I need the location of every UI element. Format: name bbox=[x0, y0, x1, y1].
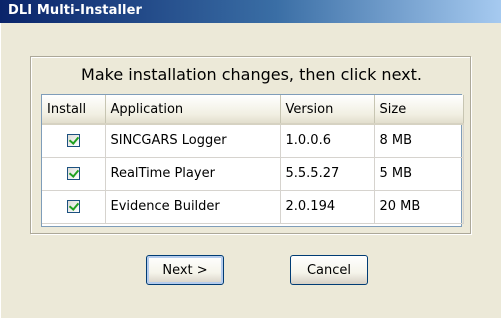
next-button[interactable]: Next > bbox=[146, 255, 224, 285]
install-cell bbox=[42, 157, 106, 191]
window-title: DLI Multi-Installer bbox=[8, 3, 143, 18]
table-row[interactable]: Evidence Builder 2.0.194 20 MB bbox=[42, 190, 464, 224]
version-cell: 5.5.5.27 bbox=[280, 157, 375, 191]
size-cell: 20 MB bbox=[374, 190, 464, 224]
install-options-group: Make installation changes, then click ne… bbox=[30, 56, 471, 234]
application-cell: SINCGARS Logger bbox=[105, 124, 281, 158]
install-checkbox-realtime-player[interactable] bbox=[66, 167, 80, 180]
application-cell: RealTime Player bbox=[105, 157, 281, 191]
install-checkbox-evidence-builder[interactable] bbox=[66, 200, 80, 213]
instruction-text: Make installation changes, then click ne… bbox=[81, 65, 422, 84]
application-cell: Evidence Builder bbox=[105, 190, 281, 224]
install-cell bbox=[42, 190, 106, 224]
application-table: Install Application Version Size SINCGAR… bbox=[42, 95, 464, 224]
install-checkbox-sincgars-logger[interactable] bbox=[66, 134, 80, 148]
title-bar: DLI Multi-Installer bbox=[0, 0, 501, 23]
cancel-button[interactable]: Cancel bbox=[290, 255, 368, 285]
column-header-application[interactable]: Application bbox=[105, 95, 281, 125]
column-header-install[interactable]: Install bbox=[42, 95, 106, 125]
table-header-row: Install Application Version Size bbox=[42, 95, 464, 125]
table-row[interactable]: SINCGARS Logger 1.0.0.6 8 MB bbox=[42, 124, 464, 158]
column-header-size[interactable]: Size bbox=[374, 95, 464, 125]
version-cell: 2.0.194 bbox=[280, 190, 375, 224]
table-row[interactable]: RealTime Player 5.5.5.27 5 MB bbox=[42, 157, 464, 191]
version-cell: 1.0.0.6 bbox=[280, 124, 375, 158]
column-header-version[interactable]: Version bbox=[280, 95, 375, 125]
application-list: Install Application Version Size SINCGAR… bbox=[41, 94, 464, 227]
size-cell: 5 MB bbox=[374, 157, 464, 191]
install-cell bbox=[42, 124, 106, 158]
size-cell: 8 MB bbox=[374, 124, 464, 158]
